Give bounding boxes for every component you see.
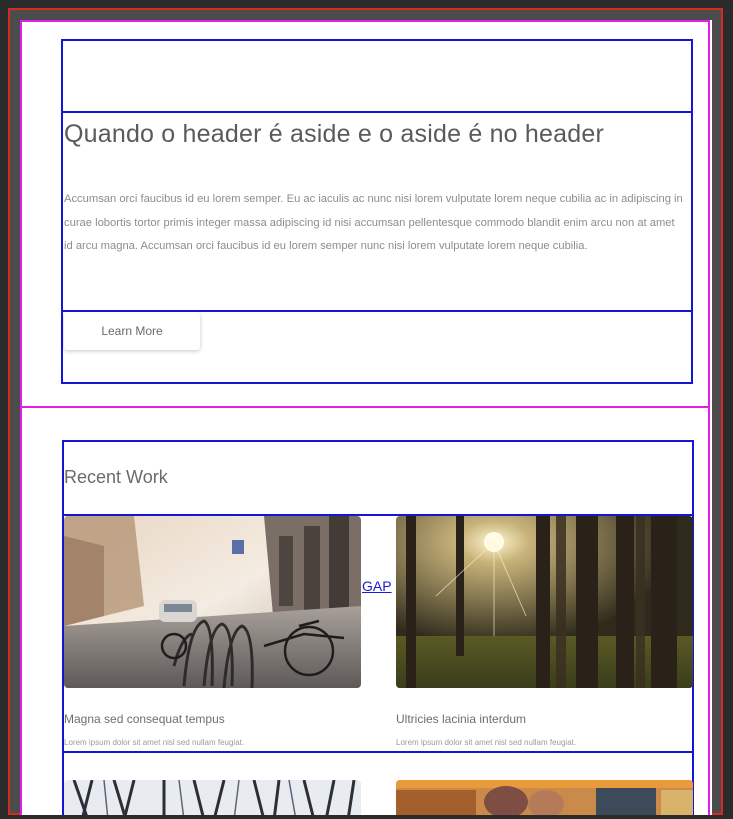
- header-top-box: [61, 39, 693, 113]
- card-image-architecture[interactable]: [64, 780, 361, 815]
- card-title-1[interactable]: Magna sed consequat tempus: [64, 712, 225, 726]
- card-image-city-street[interactable]: [64, 516, 361, 688]
- card-image-forest[interactable]: [396, 516, 693, 688]
- card-image-colorful[interactable]: [396, 780, 693, 815]
- city-street-photo: [64, 516, 361, 688]
- card-subtitle-1: Lorem ipsum dolor sit amet nisl sed null…: [64, 738, 245, 747]
- architecture-photo: [64, 780, 361, 815]
- colorful-photo: [396, 780, 693, 815]
- recent-work-title: Recent Work: [64, 467, 168, 487]
- card-title-2[interactable]: Ultricies lacinia interdum: [396, 712, 526, 726]
- gap-label[interactable]: GAP: [362, 578, 392, 594]
- card-subtitle-2: Lorem ipsum dolor sit amet nisl sed null…: [396, 738, 577, 747]
- page: Quando o header é aside e o aside é no h…: [20, 20, 712, 815]
- header-description: Accumsan orci faucibus id eu lorem sempe…: [64, 193, 683, 252]
- page-title: Quando o header é aside e o aside é no h…: [64, 120, 604, 148]
- forest-photo: [396, 516, 693, 688]
- learn-more-button[interactable]: Learn More: [64, 312, 200, 350]
